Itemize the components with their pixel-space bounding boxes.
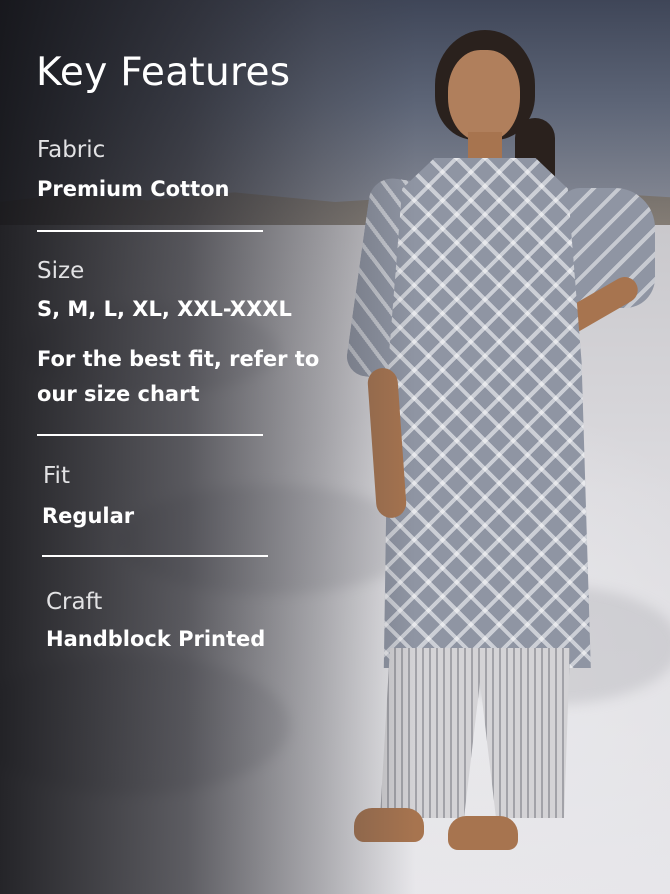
craft-value: Handblock Printed: [46, 627, 266, 651]
fabric-label: Fabric: [37, 137, 106, 163]
key-features-panel: Key Features Fabric Premium Cotton Size …: [0, 0, 360, 894]
fit-value: Regular: [42, 504, 135, 528]
divider: [37, 434, 263, 436]
size-value: S, M, L, XL, XXL-XXXL: [37, 297, 292, 321]
fit-label: Fit: [43, 463, 70, 489]
size-chart-note: For the best fit, refer to our size char…: [37, 347, 320, 406]
divider: [42, 555, 268, 557]
fabric-value: Premium Cotton: [37, 177, 230, 201]
panel-title: Key Features: [36, 50, 291, 95]
divider: [37, 230, 263, 232]
craft-label: Craft: [46, 589, 103, 615]
size-label: Size: [37, 258, 85, 284]
